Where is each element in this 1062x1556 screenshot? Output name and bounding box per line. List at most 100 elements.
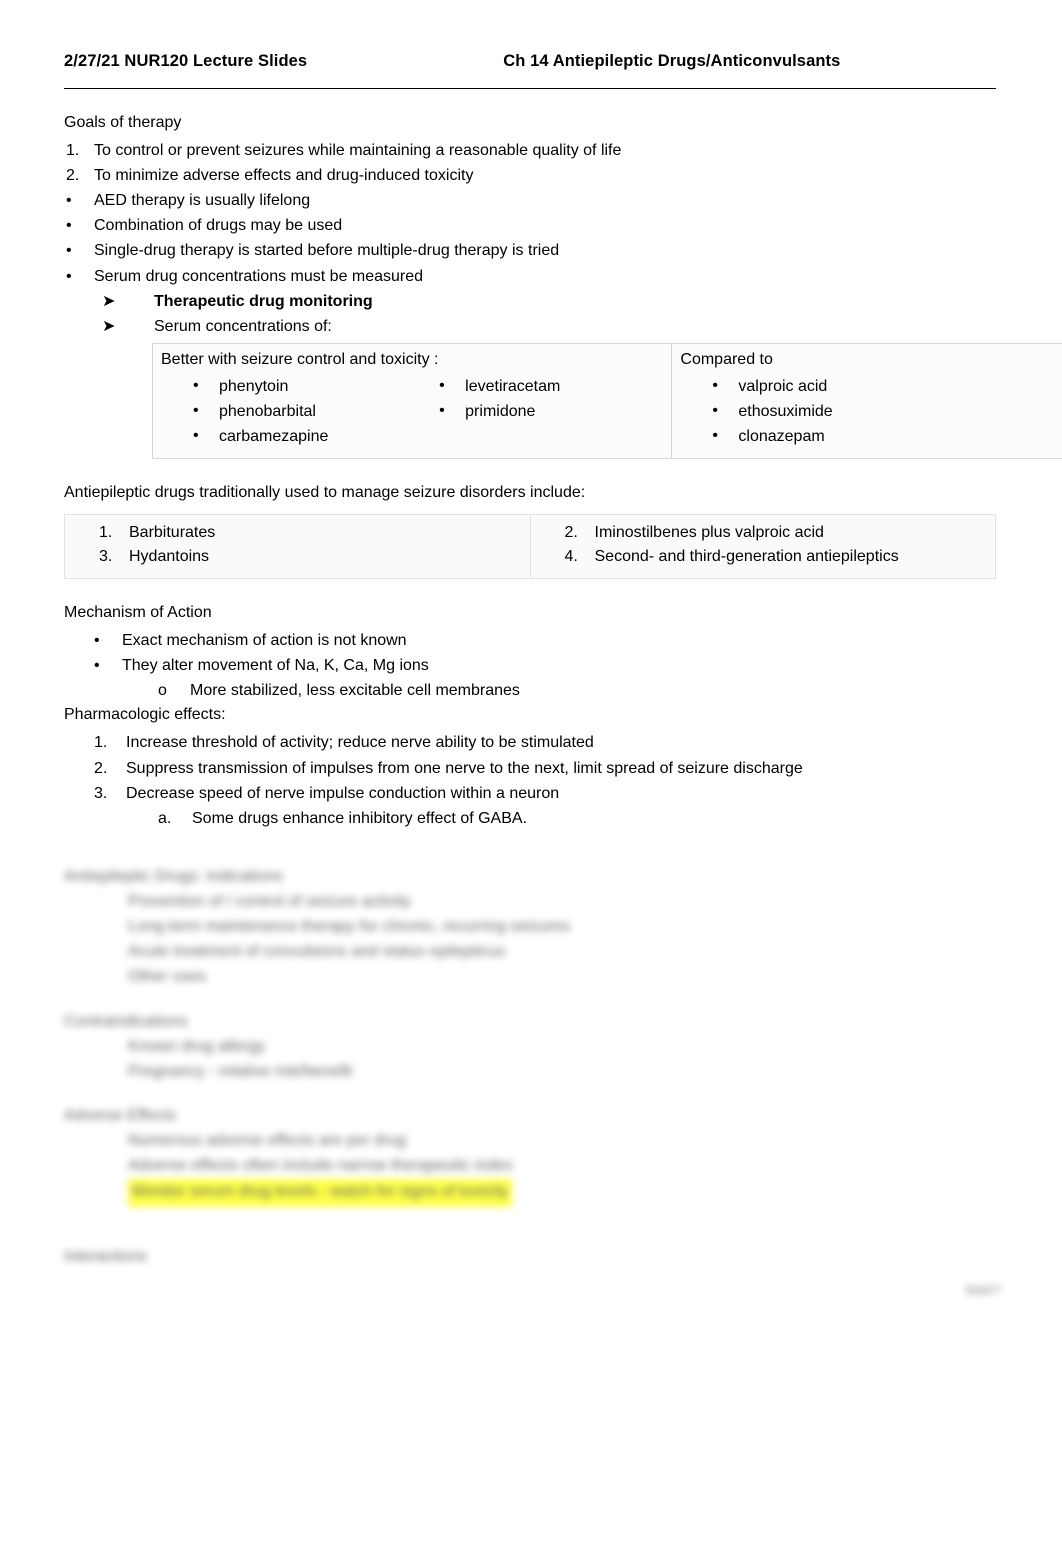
list-text: Single-drug therapy is started before mu… (94, 242, 560, 260)
page-header: 2/27/21 NUR120 Lecture Slides Ch 14 Anti… (64, 52, 996, 71)
header-center-title: Ch 14 Antiepileptic Drugs/Anticonvulsant… (503, 52, 841, 70)
list-item: 2. Iminostilbenes plus valproic acid (531, 521, 996, 546)
redacted-item: Pregnancy - relative risk/benefit (128, 1062, 353, 1080)
goals-numbered-list: 1. To control or prevent seizures while … (64, 138, 996, 188)
list-item: 1. To control or prevent seizures while … (64, 138, 996, 163)
list-item: carbamezapine (187, 424, 407, 450)
table-cell-left: 1. Barbiturates 3. Hydantoins (64, 513, 531, 580)
list-text: AED therapy is usually lifelong (94, 192, 311, 210)
header-left-title: 2/27/21 NUR120 Lecture Slides (64, 52, 308, 70)
list-item: primidone (433, 399, 663, 425)
list-text: More stabilized, less excitable cell mem… (190, 682, 520, 700)
list-item: • Combination of drugs may be used (64, 213, 996, 238)
list-item: 1. Increase threshold of activity; reduc… (64, 730, 996, 755)
list-item: • AED therapy is usually lifelong (64, 188, 996, 213)
redacted-heading-contraindications: Contraindications (64, 1012, 188, 1030)
traditional-drugs-table: 1. Barbiturates 3. Hydantoins 2. Iminost… (64, 513, 996, 580)
list-item: levetiracetam (433, 374, 663, 400)
list-marker: a. (158, 809, 172, 827)
table-cell-right: Compared to valproic acid ethosuximide c… (671, 342, 1062, 459)
document-body: Goals of therapy 1. To control or preven… (64, 111, 1062, 1270)
goals-heading: Goals of therapy (64, 114, 182, 131)
list-item: ethosuximide (706, 399, 1062, 425)
bullet-icon: • (94, 657, 100, 675)
redacted-heading-interactions: Interactions (64, 1248, 147, 1266)
inner-cell: levetiracetam primidone (407, 371, 663, 449)
list-text: Serum drug concentrations must be measur… (94, 267, 424, 285)
list-marker: 1. (94, 734, 108, 752)
margin-note: toxic? (966, 1282, 1000, 1297)
list-text: To minimize adverse effects and drug-ind… (94, 167, 474, 185)
list-item: 2. To minimize adverse effects and drug-… (64, 163, 996, 188)
list-item: ➤ Therapeutic drug monitoring (64, 289, 996, 314)
list-text: Therapeutic drug monitoring (154, 292, 373, 310)
bullet-icon: • (66, 192, 72, 210)
list-marker: 3. (94, 784, 108, 802)
list-item: 3. Decrease speed of nerve impulse condu… (64, 781, 996, 806)
list-text: Decrease speed of nerve impulse conducti… (126, 784, 560, 802)
redacted-heading-indications: Antiepileptic Drugs: Indications (64, 867, 283, 885)
redacted-item: Other uses (128, 967, 207, 985)
list-item: 3. Hydantoins (65, 545, 530, 570)
list-marker: 3. (99, 548, 113, 566)
list-item: • Exact mechanism of action is not known (64, 628, 996, 653)
list-text: Barbiturates (129, 523, 216, 541)
list-item: a. Some drugs enhance inhibitory effect … (64, 806, 996, 831)
bullet-icon: • (66, 267, 72, 285)
left-inner-table: phenytoin phenobarbital carbamezapine le… (161, 371, 663, 449)
table-cell-right: 2. Iminostilbenes plus valproic acid 4. … (529, 513, 996, 580)
redacted-item: Adverse effects often include narrow the… (128, 1157, 513, 1175)
redacted-item: Long-term maintenance therapy for chroni… (128, 917, 570, 935)
arrow-bullet-icon: ➤ (102, 292, 116, 310)
list-text: Combination of drugs may be used (94, 217, 343, 235)
traditional-intro: Antiepileptic drugs traditionally used t… (64, 483, 586, 501)
drug-list-col2: levetiracetam primidone (407, 374, 663, 425)
arrow-bullet-icon: ➤ (102, 317, 116, 335)
list-item: phenobarbital (187, 399, 407, 425)
inner-cell: phenytoin phenobarbital carbamezapine (161, 371, 407, 449)
bullet-icon: • (66, 217, 72, 235)
drug-list-col1: phenytoin phenobarbital carbamezapine (161, 374, 407, 450)
list-item: o More stabilized, less excitable cell m… (64, 678, 996, 703)
redacted-item: Acute treatment of convulsions and statu… (128, 942, 506, 960)
moa-heading: Mechanism of Action (64, 604, 212, 622)
table-cell-left: Better with seizure control and toxicity… (151, 342, 673, 459)
redacted-item: Known drug allergy (128, 1037, 265, 1055)
traditional-left-list: 1. Barbiturates 3. Hydantoins (65, 515, 530, 579)
list-marker: 1. (99, 523, 113, 541)
redacted-highlight-line: Monitor serum drug levels - watch for si… (64, 1179, 996, 1208)
circle-bullet-icon: o (158, 682, 167, 700)
bullet-icon: • (66, 242, 72, 260)
list-text: To control or prevent seizures while mai… (94, 141, 622, 159)
list-item: 1. Barbiturates (65, 521, 530, 546)
list-text: They alter movement of Na, K, Ca, Mg ion… (122, 657, 429, 675)
drug-list-col3: valproic acid ethosuximide clonazepam (680, 374, 1062, 449)
document-page: 2/27/21 NUR120 Lecture Slides Ch 14 Anti… (0, 0, 1062, 1556)
header-divider (64, 88, 996, 89)
list-item: • Single-drug therapy is started before … (64, 238, 996, 263)
redacted-heading-adverse-effects: Adverse Effects (64, 1107, 176, 1125)
highlighted-text: Monitor serum drug levels - watch for si… (128, 1179, 513, 1208)
list-text: Serum concentrations of: (154, 317, 332, 335)
list-item: 4. Second- and third-generation antiepil… (531, 545, 996, 570)
left-header-text: Better with seizure control and toxicity… (161, 350, 439, 368)
list-item: ➤ Serum concentrations of: (64, 314, 996, 339)
list-marker: 4. (564, 548, 578, 566)
serum-concentration-table: Better with seizure control and toxicity… (151, 342, 1062, 459)
list-text: Iminostilbenes plus valproic acid (594, 523, 824, 541)
redacted-section: Antiepileptic Drugs: Indications Prevent… (64, 865, 996, 1270)
redacted-item: Prevention of / control of seizure activ… (128, 892, 411, 910)
pharm-numbered-list: 1. Increase threshold of activity; reduc… (64, 730, 996, 830)
list-text: Suppress transmission of impulses from o… (126, 759, 803, 777)
bullet-icon: • (94, 632, 100, 650)
list-text: Increase threshold of activity; reduce n… (126, 734, 594, 752)
pharm-heading: Pharmacologic effects: (64, 706, 226, 724)
right-header-text: Compared to (680, 350, 773, 368)
list-marker: 2. (564, 523, 578, 541)
redacted-item: Numerous adverse effects are per drug (128, 1132, 407, 1150)
list-item: 2. Suppress transmission of impulses fro… (64, 756, 996, 781)
